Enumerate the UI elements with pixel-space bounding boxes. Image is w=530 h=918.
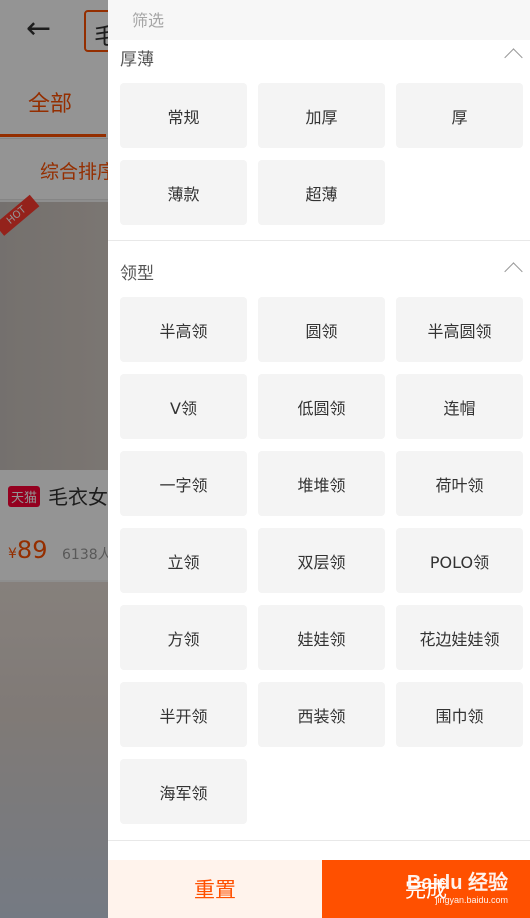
filter-option[interactable]: 荷叶领 [396, 451, 523, 516]
filter-option[interactable]: 西装领 [258, 682, 385, 747]
filter-option[interactable]: 堆堆领 [258, 451, 385, 516]
filter-option[interactable]: 半开领 [120, 682, 247, 747]
filter-option[interactable]: 圆领 [258, 297, 385, 362]
filter-option[interactable]: 海军领 [120, 759, 247, 824]
filter-option[interactable]: 娃娃领 [258, 605, 385, 670]
filter-option[interactable]: V领 [120, 374, 247, 439]
filter-option[interactable]: 立领 [120, 528, 247, 593]
drawer-header: 筛选 [108, 0, 530, 40]
filter-option[interactable]: 半高领 [120, 297, 247, 362]
section-divider [108, 240, 530, 241]
filter-option[interactable]: 常规 [120, 83, 247, 148]
filter-option[interactable]: 低圆领 [258, 374, 385, 439]
section-header-collar[interactable]: 领型 [108, 256, 530, 286]
filter-option[interactable]: 方领 [120, 605, 247, 670]
chevron-up-icon[interactable] [504, 48, 523, 67]
filter-option[interactable]: 双层领 [258, 528, 385, 593]
filter-option[interactable]: 厚 [396, 83, 523, 148]
done-button[interactable]: 完成 [322, 860, 530, 918]
chevron-up-icon[interactable] [504, 262, 523, 281]
filter-option[interactable]: POLO领 [396, 528, 523, 593]
filter-option[interactable]: 薄款 [120, 160, 247, 225]
section-header-thickness[interactable]: 厚薄 [108, 42, 530, 72]
filter-option[interactable]: 一字领 [120, 451, 247, 516]
section-label: 厚薄 [120, 50, 154, 70]
drawer-footer: 重置 完成 [108, 860, 530, 918]
section-divider [108, 840, 530, 841]
filter-drawer: 筛选 厚薄 常规 加厚 厚 薄款 超薄 领型 半高领 圆领 半高圆领 V领 低圆… [108, 0, 530, 918]
drawer-title: 筛选 [132, 11, 165, 30]
filter-option[interactable]: 加厚 [258, 83, 385, 148]
section-label: 领型 [120, 264, 154, 284]
filter-option[interactable]: 围巾领 [396, 682, 523, 747]
filter-option[interactable]: 超薄 [258, 160, 385, 225]
filter-option[interactable]: 花边娃娃领 [396, 605, 523, 670]
reset-button[interactable]: 重置 [108, 860, 322, 918]
filter-option[interactable]: 连帽 [396, 374, 523, 439]
filter-option[interactable]: 半高圆领 [396, 297, 523, 362]
